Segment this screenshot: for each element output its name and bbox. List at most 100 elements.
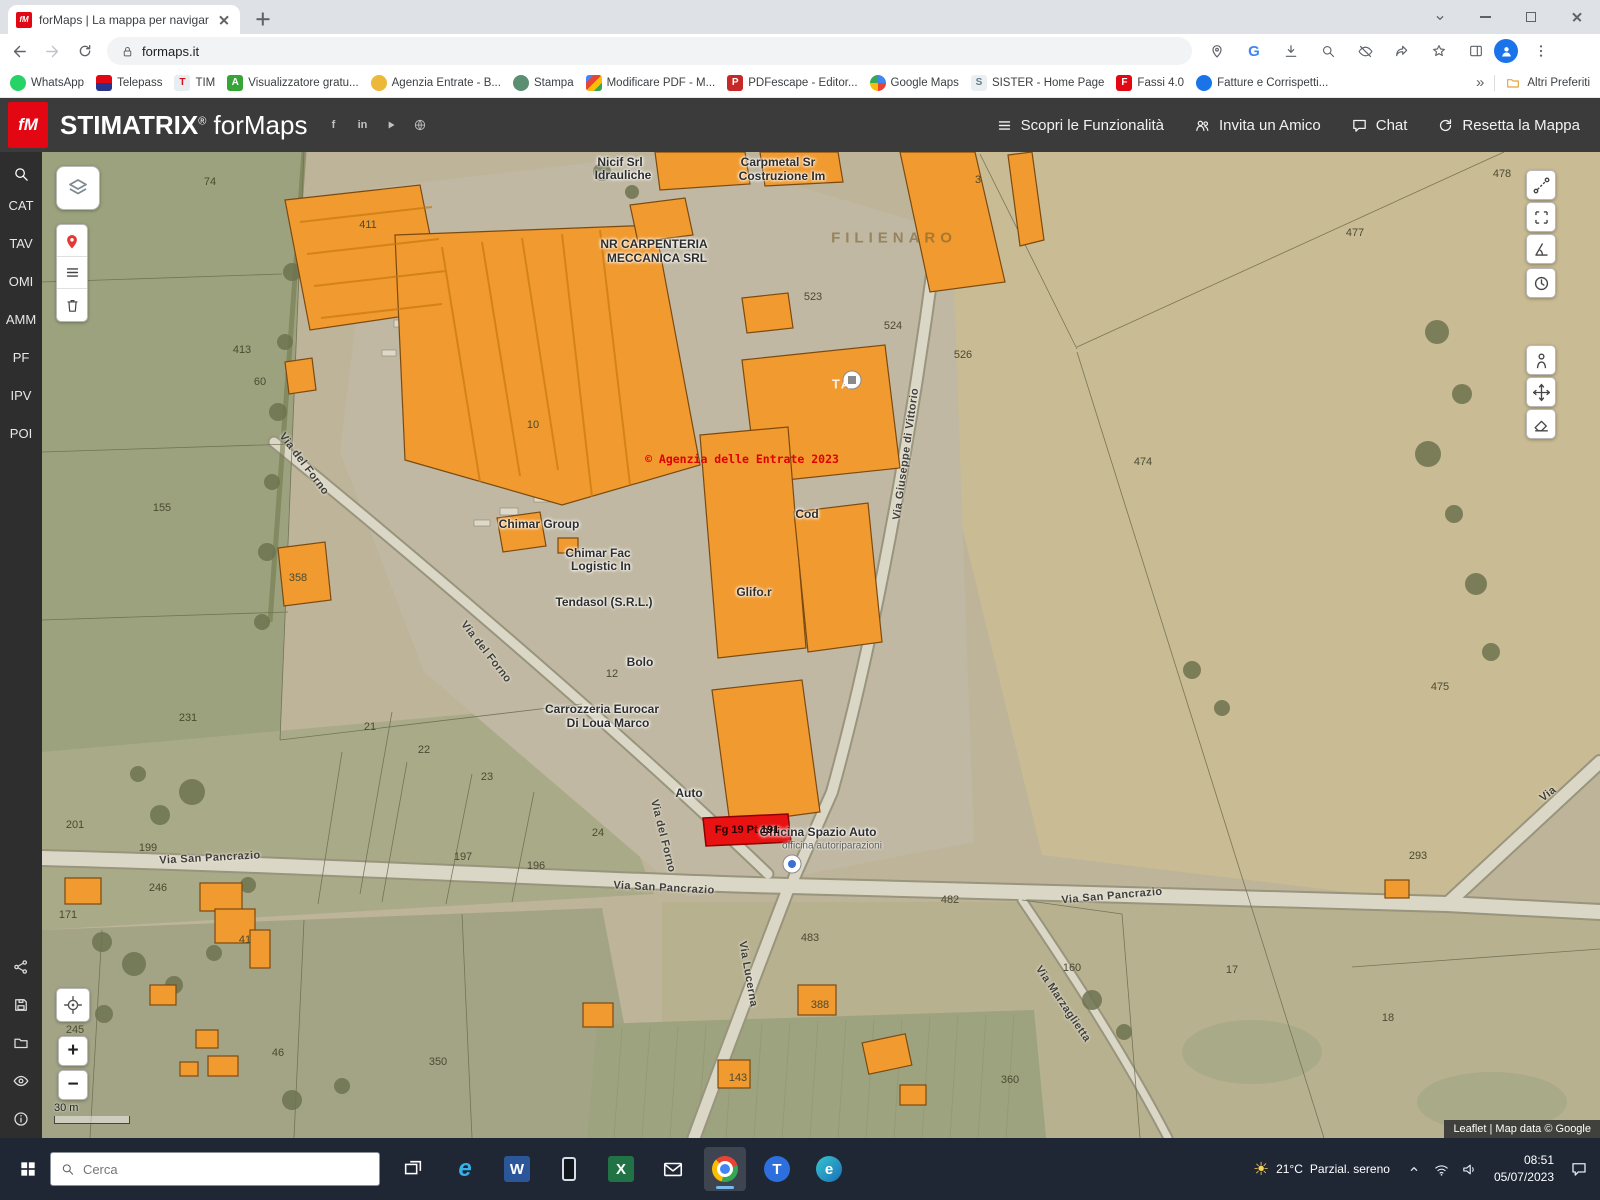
bookmark-item[interactable]: WhatsApp: [10, 75, 84, 91]
history-button[interactable]: [1526, 268, 1556, 298]
select-area-button[interactable]: [1526, 202, 1556, 232]
header-menu-item[interactable]: Invita un Amico: [1194, 117, 1321, 134]
edge-icon[interactable]: e: [808, 1147, 850, 1191]
header-menu-item[interactable]: Scopri le Funzionalità: [996, 117, 1164, 134]
map-attribution: Leaflet | Map data © Google: [1444, 1120, 1600, 1138]
task-view-icon[interactable]: [392, 1147, 434, 1191]
bookmark-favicon: [10, 75, 26, 91]
selected-parcel[interactable]: [703, 814, 791, 846]
bookmark-item[interactable]: TTIM: [174, 75, 215, 91]
street-view-button[interactable]: [1526, 345, 1556, 375]
map-canvas[interactable]: 7441141360103478477523524526474475155358…: [42, 152, 1600, 1138]
browser-tab[interactable]: fM forMaps | La mappa per navigar: [8, 5, 240, 34]
eye-icon[interactable]: [12, 1072, 30, 1090]
bookmark-item[interactable]: Stampa: [513, 75, 574, 91]
zoom-icon[interactable]: [1314, 37, 1342, 65]
profile-avatar[interactable]: [1494, 39, 1518, 63]
folder-icon[interactable]: [12, 1034, 30, 1052]
menu-list-icon: [996, 117, 1013, 134]
layers-button[interactable]: [56, 166, 100, 210]
sidebar-item-pf[interactable]: PF: [13, 350, 30, 365]
sidebar-item-amm[interactable]: AMM: [6, 312, 36, 327]
forward-icon[interactable]: [38, 37, 66, 65]
facebook-icon[interactable]: f: [325, 117, 341, 133]
mail-icon[interactable]: [652, 1147, 694, 1191]
youtube-icon[interactable]: [383, 117, 399, 133]
close-button[interactable]: [1554, 0, 1600, 34]
locate-button[interactable]: [56, 988, 90, 1022]
marker-button[interactable]: [57, 225, 87, 257]
bookmark-item[interactable]: FFassi 4.0: [1116, 75, 1184, 91]
zoom-out-button[interactable]: −: [58, 1070, 88, 1100]
location-icon[interactable]: [1203, 37, 1231, 65]
back-icon[interactable]: [5, 37, 33, 65]
sidebar-item-ipv[interactable]: IPV: [11, 388, 32, 403]
bookmark-item[interactable]: Agenzia Entrate - B...: [371, 75, 501, 91]
password-eye-icon[interactable]: [1351, 37, 1379, 65]
other-favorites-button[interactable]: Altri Preferiti: [1494, 75, 1590, 91]
zoom-in-button[interactable]: +: [58, 1036, 88, 1066]
tray-expand-icon[interactable]: [1406, 1161, 1422, 1177]
teams-icon[interactable]: T: [756, 1147, 798, 1191]
reload-icon[interactable]: [71, 37, 99, 65]
app-header: fM STIMATRIX® forMaps f in Scopri le Fun…: [0, 98, 1600, 152]
taskbar-clock[interactable]: 08:51 05/07/2023: [1494, 1152, 1554, 1186]
sidebar-item-poi[interactable]: POI: [10, 426, 32, 441]
reset-map-icon: [1437, 117, 1454, 134]
sidebar-item-omi[interactable]: OMI: [9, 274, 34, 289]
eraser-button[interactable]: [1526, 409, 1556, 439]
sidebar-item-cat[interactable]: CAT: [8, 198, 33, 213]
website-globe-icon[interactable]: [412, 117, 428, 133]
start-button[interactable]: [8, 1149, 48, 1189]
tab-close-icon[interactable]: [216, 12, 232, 28]
search-input[interactable]: [83, 1162, 369, 1177]
ie-icon[interactable]: e: [444, 1147, 486, 1191]
share-icon[interactable]: [1388, 37, 1416, 65]
pan-button[interactable]: [1526, 377, 1556, 407]
bookmark-star-icon[interactable]: [1425, 37, 1453, 65]
measure-path-button[interactable]: [1526, 170, 1556, 200]
linkedin-icon[interactable]: in: [354, 117, 370, 133]
trash-button[interactable]: [57, 289, 87, 321]
search-icon[interactable]: [0, 160, 42, 188]
bookmark-item[interactable]: PPDFescape - Editor...: [727, 75, 857, 91]
google-translate-icon[interactable]: G: [1240, 37, 1268, 65]
install-app-icon[interactable]: [1277, 37, 1305, 65]
bookmark-favicon: [870, 75, 886, 91]
bookmark-item[interactable]: Google Maps: [870, 75, 959, 91]
address-bar[interactable]: formaps.it: [107, 37, 1192, 65]
taskbar-search[interactable]: [50, 1152, 380, 1186]
header-menu-item[interactable]: Chat: [1351, 117, 1408, 134]
header-menu-item[interactable]: Resetta la Mappa: [1437, 117, 1580, 134]
side-panel-icon[interactable]: [1462, 37, 1490, 65]
bookmark-item[interactable]: SSISTER - Home Page: [971, 75, 1104, 91]
phone-icon[interactable]: [548, 1147, 590, 1191]
layer-list-button[interactable]: [57, 257, 87, 289]
weather-widget[interactable]: ☀ 21°C Parzial. sereno: [1253, 1159, 1390, 1180]
bookmark-favicon: [371, 75, 387, 91]
left-sidebar: CAT TAV OMI AMM PF IPV POI: [0, 152, 42, 1138]
bookmark-item[interactable]: Fatture e Corrispetti...: [1196, 75, 1328, 91]
info-icon[interactable]: [12, 1110, 30, 1128]
save-icon[interactable]: [12, 996, 30, 1014]
header-menu-label: Resetta la Mappa: [1462, 117, 1580, 134]
chrome-icon[interactable]: [704, 1147, 746, 1191]
network-icon[interactable]: [1433, 1161, 1450, 1178]
maximize-button[interactable]: [1508, 0, 1554, 34]
minimize-button[interactable]: [1462, 0, 1508, 34]
bookmark-item[interactable]: AVisualizzatore gratu...: [227, 75, 358, 91]
volume-icon[interactable]: [1461, 1161, 1478, 1178]
sidebar-item-tav[interactable]: TAV: [9, 236, 32, 251]
word-icon[interactable]: W: [496, 1147, 538, 1191]
weather-temp: 21°C: [1276, 1162, 1303, 1176]
angle-measure-button[interactable]: [1526, 234, 1556, 264]
share-icon[interactable]: [12, 958, 30, 976]
bookmark-item[interactable]: Telepass: [96, 75, 162, 91]
new-tab-button[interactable]: [252, 8, 274, 30]
bookmarks-overflow-icon[interactable]: »: [1470, 74, 1490, 91]
notification-center-icon[interactable]: [1570, 1160, 1588, 1178]
bookmark-item[interactable]: Modificare PDF - M...: [586, 75, 716, 91]
browser-menu-icon[interactable]: [1527, 37, 1555, 65]
excel-icon[interactable]: X: [600, 1147, 642, 1191]
tab-search-icon[interactable]: [1428, 6, 1452, 30]
